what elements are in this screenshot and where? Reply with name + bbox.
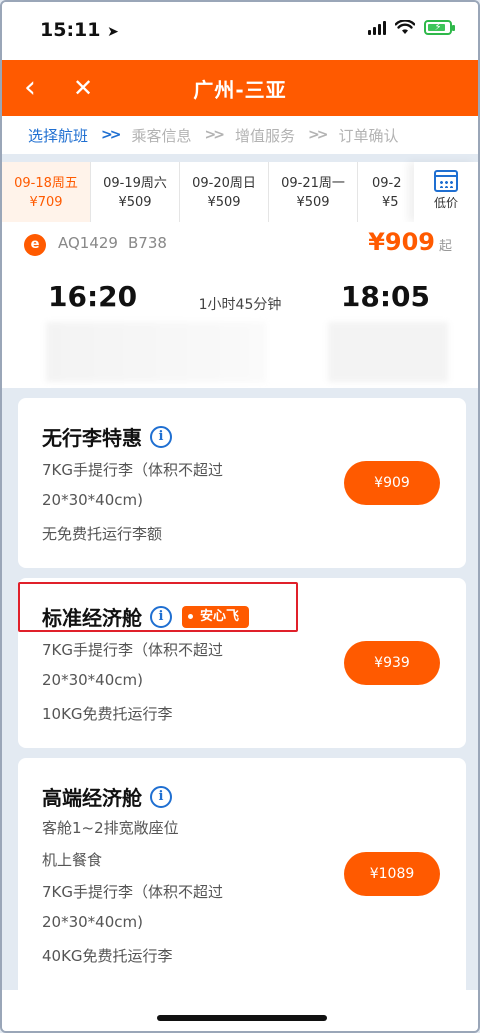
cabin-title: 无行李特惠 i	[42, 422, 172, 451]
date-label: 09-19周六	[103, 176, 167, 191]
location-arrow-icon: ➤	[107, 24, 119, 40]
book-price-button[interactable]: ¥1089	[344, 852, 440, 896]
book-price-button[interactable]: ¥909	[344, 461, 440, 505]
aircraft-type: B738	[128, 234, 167, 252]
step-arrow-icon: >>	[307, 127, 329, 143]
arrival-time: 18:05	[340, 280, 430, 313]
flight-number: AQ1429	[58, 234, 118, 252]
date-price: ¥509	[118, 195, 152, 210]
home-indicator[interactable]	[157, 1015, 327, 1021]
step-arrow-icon: >>	[204, 127, 226, 143]
status-icons: ⚡	[368, 20, 455, 35]
cabin-detail: 无免费托运行李额	[42, 525, 163, 543]
cabin-detail: 7KG手提行李（体积不超过	[42, 461, 224, 479]
lowprice-label: 低价	[433, 196, 458, 210]
blurred-arrival-airport	[328, 322, 448, 382]
nav-bar: ‹ ✕ 广州-三亚	[2, 60, 478, 116]
book-price-button[interactable]: ¥939	[344, 641, 440, 685]
cabin-detail: 40KG免费托运行李	[42, 947, 173, 965]
date-label: 09-2	[372, 176, 402, 191]
cabin-card: 高端经济舱 i 客舱1~2排宽敞座位 机上餐食 7KG手提行李（体积不超过 20…	[18, 758, 466, 998]
blurred-departure-airport	[46, 322, 266, 382]
step-order-confirm: 订单确认	[338, 126, 399, 145]
step-passenger-info: 乘客信息	[131, 126, 192, 145]
info-icon[interactable]: i	[150, 425, 172, 448]
status-bar: 15:11 ➤ ⚡	[2, 2, 478, 60]
date-price: ¥709	[29, 195, 63, 210]
date-price: ¥5	[382, 195, 399, 210]
bottom-bar	[2, 990, 478, 1031]
date-label: 09-18周五	[14, 176, 78, 191]
date-price: ¥509	[207, 195, 241, 210]
cabin-detail: 7KG手提行李（体积不超过	[42, 883, 224, 901]
cabin-detail: 20*30*40cm)	[42, 671, 143, 689]
page-title: 广州-三亚	[193, 78, 287, 102]
cabin-detail: 20*30*40cm)	[42, 913, 143, 931]
date-price: ¥509	[296, 195, 330, 210]
date-selector: 09-18周五 ¥709 09-19周六 ¥509 09-20周日 ¥509 0…	[2, 162, 478, 222]
date-option[interactable]: 09-21周一 ¥509	[269, 162, 358, 222]
cabin-title: 高端经济舱 i	[42, 782, 172, 811]
cabin-detail: 10KG免费托运行李	[42, 705, 173, 723]
booking-steps: 选择航班 >> 乘客信息 >> 增值服务 >> 订单确认	[2, 116, 478, 154]
step-select-flight[interactable]: 选择航班	[28, 125, 88, 146]
signal-icon	[368, 20, 386, 35]
date-option[interactable]: 09-2 ¥5	[358, 162, 414, 222]
status-time: 15:11 ➤	[40, 19, 119, 41]
wifi-icon	[395, 20, 415, 34]
cabin-detail: 机上餐食	[42, 851, 103, 869]
cabin-detail: 20*30*40cm)	[42, 491, 143, 509]
flight-price: ¥909 起	[368, 228, 452, 256]
cabin-detail: 7KG手提行李（体积不超过	[42, 641, 224, 659]
calendar-icon	[434, 170, 458, 192]
date-option[interactable]: 09-18周五 ¥709	[2, 162, 91, 222]
screen-frame: 15:11 ➤ ⚡ ‹ ✕ 广州-三亚 选择航班 >> 乘客信息 >> 增值服务	[0, 0, 480, 1033]
cabin-card: 无行李特惠 i 7KG手提行李（体积不超过 20*30*40cm) 无免费托运行…	[18, 398, 466, 568]
step-value-added: 增值服务	[234, 126, 295, 145]
battery-icon: ⚡	[424, 20, 455, 35]
date-option[interactable]: 09-20周日 ¥509	[180, 162, 269, 222]
cabin-detail: 客舱1~2排宽敞座位	[42, 819, 179, 837]
info-icon[interactable]: i	[150, 785, 172, 808]
airline-logo-icon: e	[24, 234, 46, 256]
highlight-annotation	[18, 582, 298, 632]
date-option[interactable]: 09-19周六 ¥509	[91, 162, 180, 222]
flight-summary: e AQ1429 B738 ¥909 起 16:20 1小时45分钟 18:05	[2, 222, 478, 388]
date-label: 09-21周一	[281, 176, 345, 191]
date-label: 09-20周日	[192, 176, 256, 191]
lowprice-calendar-button[interactable]: 低价	[414, 162, 478, 222]
step-arrow-icon: >>	[101, 127, 122, 143]
